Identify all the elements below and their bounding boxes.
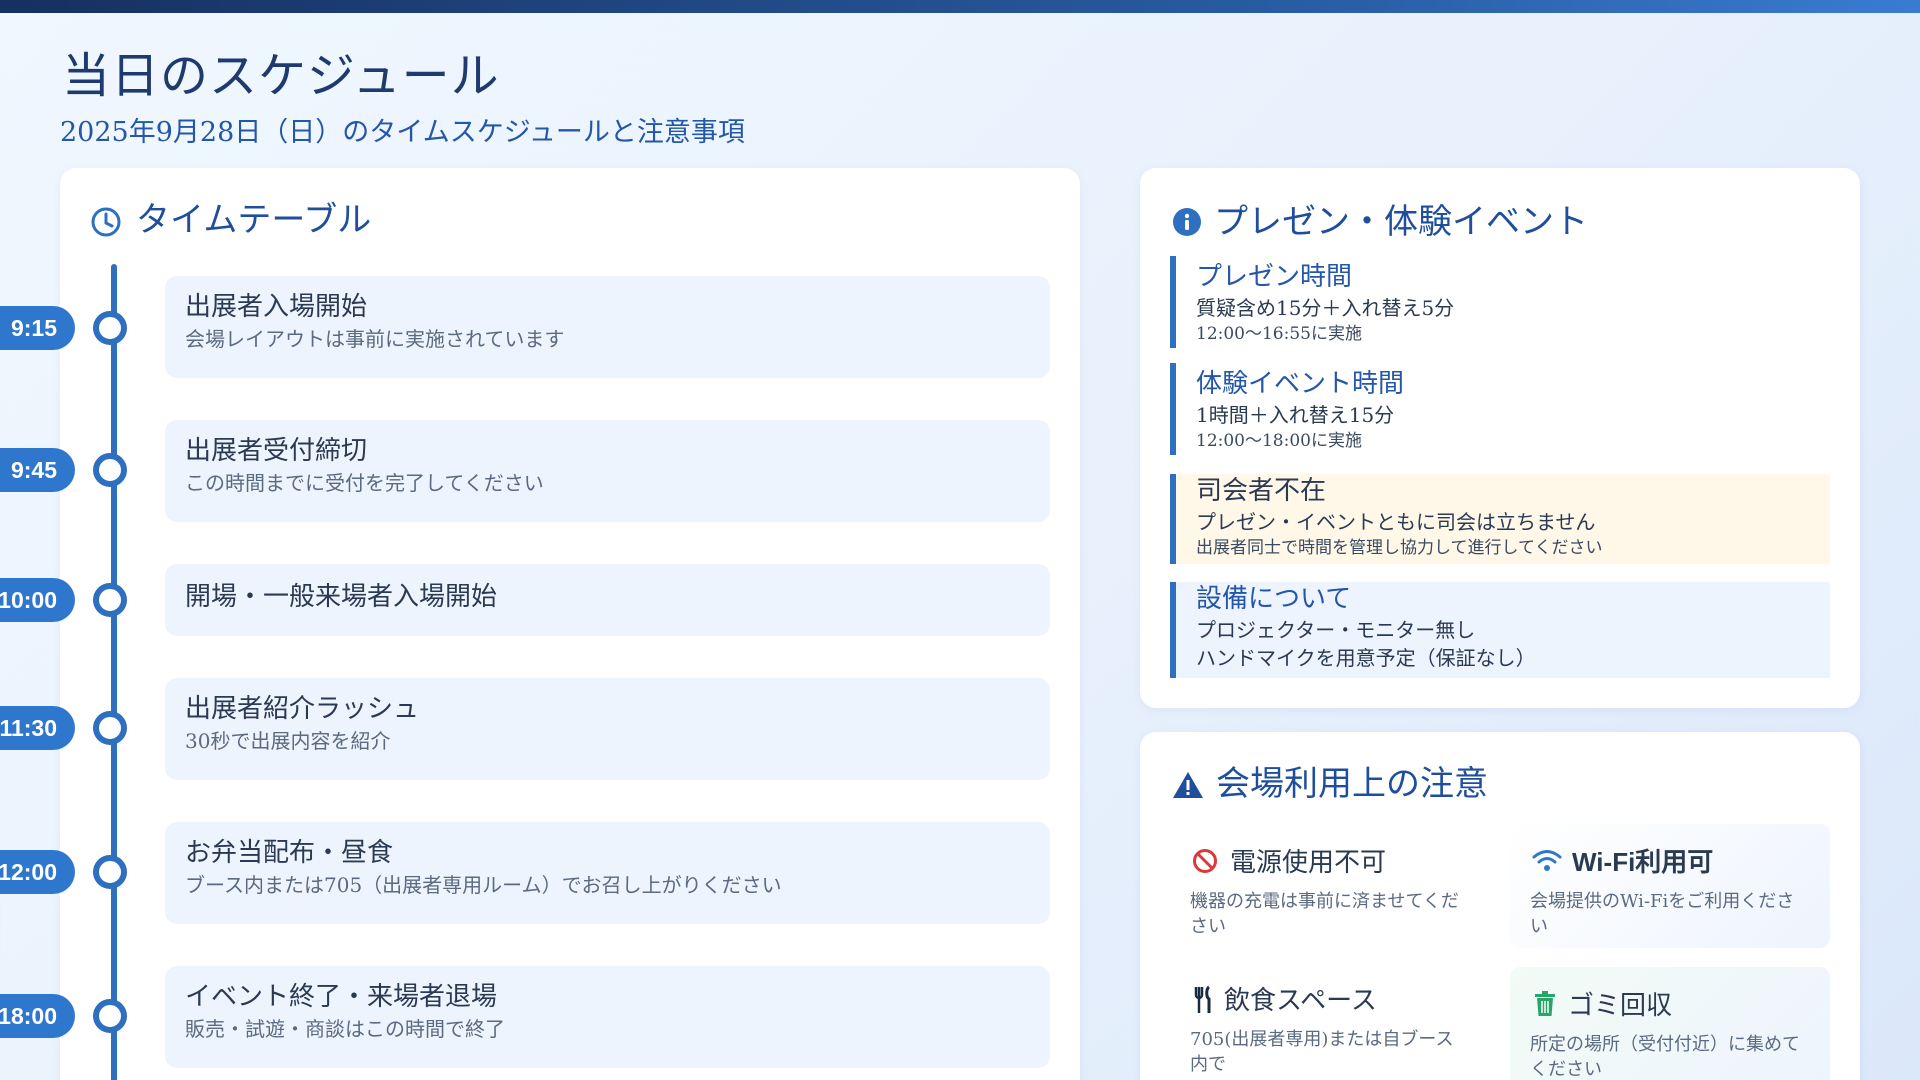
info-title: 司会者不在 [1196,476,1327,506]
timeline-item: 9:15 出展者入場開始 会場レイアウトは事前に実施されています [0,276,1060,378]
schedule-card: 開場・一般来場者入場開始 [165,564,1050,636]
info-title: 設備について [1196,584,1352,614]
rule-desc: 所定の場所（受付付近）に集めてください [1530,1034,1800,1080]
rule-title: 飲食スペース [1224,986,1377,1016]
warning-icon [1170,767,1206,803]
no-power-icon [1190,848,1220,874]
presentation-time-block: プレゼン時間 質疑含め15分＋入れ替え5分 12:00～16:55に実施 [1170,256,1830,348]
rule-title: Wi-Fi利用可 [1572,847,1714,877]
schedule-title: イベント終了・来場者退場 [185,982,498,1012]
venue-rules-heading: 会場利用上の注意 [1216,764,1488,804]
timeline-dot [93,711,127,745]
timeline-item: 9:45 出展者受付締切 この時間までに受付を完了してください [0,420,1060,522]
schedule-card: 出展者紹介ラッシュ 30秒で出展内容を紹介 [165,678,1050,780]
rule-wifi: Wi-Fi利用可 会場提供のWi-Fiをご利用ください [1510,824,1830,948]
rule-eating-space: 飲食スペース 705(出展者専用)または自ブース内で [1170,962,1490,1080]
schedule-card: 出展者受付締切 この時間までに受付を完了してください [165,420,1050,522]
schedule-title: 出展者受付締切 [185,436,368,466]
schedule-card: お弁当配布・昼食 ブース内または705（出展者専用ルーム）でお召し上がりください [165,822,1050,924]
timeline-dot [93,583,127,617]
info-note: 12:00～18:00に実施 [1196,431,1362,451]
rule-title: 電源使用不可 [1230,848,1387,878]
timeline-dot [93,999,127,1033]
schedule-desc: この時間までに受付を完了してください [185,471,544,495]
info-detail: プレゼン・イベントともに司会は立ちません [1196,510,1596,534]
schedule-card: イベント終了・来場者退場 販売・試遊・商談はこの時間で終了 [165,966,1050,1068]
equipment-block: 設備について プロジェクター・モニター無し ハンドマイクを用意予定（保証なし） [1170,582,1830,678]
rule-desc: 705(出展者専用)または自ブース内で [1190,1029,1454,1075]
schedule-title: 出展者入場開始 [185,292,368,322]
info-detail: 1時間＋入れ替え15分 [1196,403,1395,427]
time-pill: 12:00 [0,850,75,894]
venue-rules-header: 会場利用上の注意 [1170,756,1488,805]
events-heading: プレゼン・体験イベント [1214,202,1588,242]
info-note: 12:00～16:55に実施 [1196,324,1362,344]
timetable-header: タイムテーブル [88,192,371,241]
schedule-title: お弁当配布・昼食 [185,838,394,868]
info-title: 体験イベント時間 [1196,369,1405,399]
utensils-icon [1190,985,1218,1013]
no-mc-block: 司会者不在 プレゼン・イベントともに司会は立ちません 出展者同士で時間を管理し協… [1170,474,1830,564]
timeline-item: 11:30 出展者紹介ラッシュ 30秒で出展内容を紹介 [0,678,1060,780]
wifi-icon [1530,848,1564,874]
info-detail: ハンドマイクを用意予定（保証なし） [1196,646,1536,670]
time-pill: 9:45 [0,448,75,492]
info-note: 出展者同士で時間を管理し協力して進行してください [1196,538,1603,558]
events-header: プレゼン・体験イベント [1170,194,1588,243]
page-title: 当日のスケジュール [62,48,500,104]
timetable-heading: タイムテーブル [136,200,372,240]
schedule-desc: 30秒で出展内容を紹介 [185,729,391,753]
clock-icon [88,204,124,240]
info-detail: 質疑含め15分＋入れ替え5分 [1196,296,1455,320]
rule-desc: 機器の充電は事前に済ませてください [1190,891,1459,937]
top-accent-bar [0,0,1920,13]
info-title: プレゼン時間 [1196,262,1353,292]
timeline-dot [93,855,127,889]
schedule-title: 開場・一般来場者入場開始 [185,582,498,612]
schedule-desc: 販売・試遊・商談はこの時間で終了 [185,1017,505,1041]
info-detail: プロジェクター・モニター無し [1196,618,1476,642]
time-pill: 11:30 [0,706,75,750]
time-pill: 18:00 [0,994,75,1038]
timeline-item: 12:00 お弁当配布・昼食 ブース内または705（出展者専用ルーム）でお召し上… [0,822,1060,924]
time-pill: 10:00 [0,578,75,622]
schedule-card: 出展者入場開始 会場レイアウトは事前に実施されています [165,276,1050,378]
venue-rules-card: 会場利用上の注意 電源使用不可 機器の充電は事前に済ませてください Wi-Fi利… [1140,732,1860,1080]
timeline-item: 10:00 開場・一般来場者入場開始 [0,564,1060,664]
experience-time-block: 体験イベント時間 1時間＋入れ替え15分 12:00～18:00に実施 [1170,363,1830,455]
rule-trash: ゴミ回収 所定の場所（受付付近）に集めてください [1510,967,1830,1080]
trash-icon [1530,990,1560,1017]
timeline-dot [93,453,127,487]
timeline-line [111,264,117,1080]
info-icon [1170,205,1204,239]
page-subtitle: 2025年9月28日（日）のタイムスケジュールと注意事項 [60,117,745,148]
events-card: プレゼン・体験イベント プレゼン時間 質疑含め15分＋入れ替え5分 12:00～… [1140,168,1860,708]
schedule-desc: 会場レイアウトは事前に実施されています [185,327,565,351]
schedule-title: 出展者紹介ラッシュ [185,694,420,724]
timeline-dot [93,311,127,345]
time-pill: 9:15 [0,306,75,350]
rule-title: ゴミ回収 [1568,991,1673,1021]
timeline-item: 18:00 イベント終了・来場者退場 販売・試遊・商談はこの時間で終了 [0,966,1060,1068]
rule-desc: 会場提供のWi-Fiをご利用ください [1530,891,1795,937]
schedule-desc: ブース内または705（出展者専用ルーム）でお召し上がりください [185,873,782,897]
rule-no-power: 電源使用不可 機器の充電は事前に済ませてください [1170,824,1490,948]
